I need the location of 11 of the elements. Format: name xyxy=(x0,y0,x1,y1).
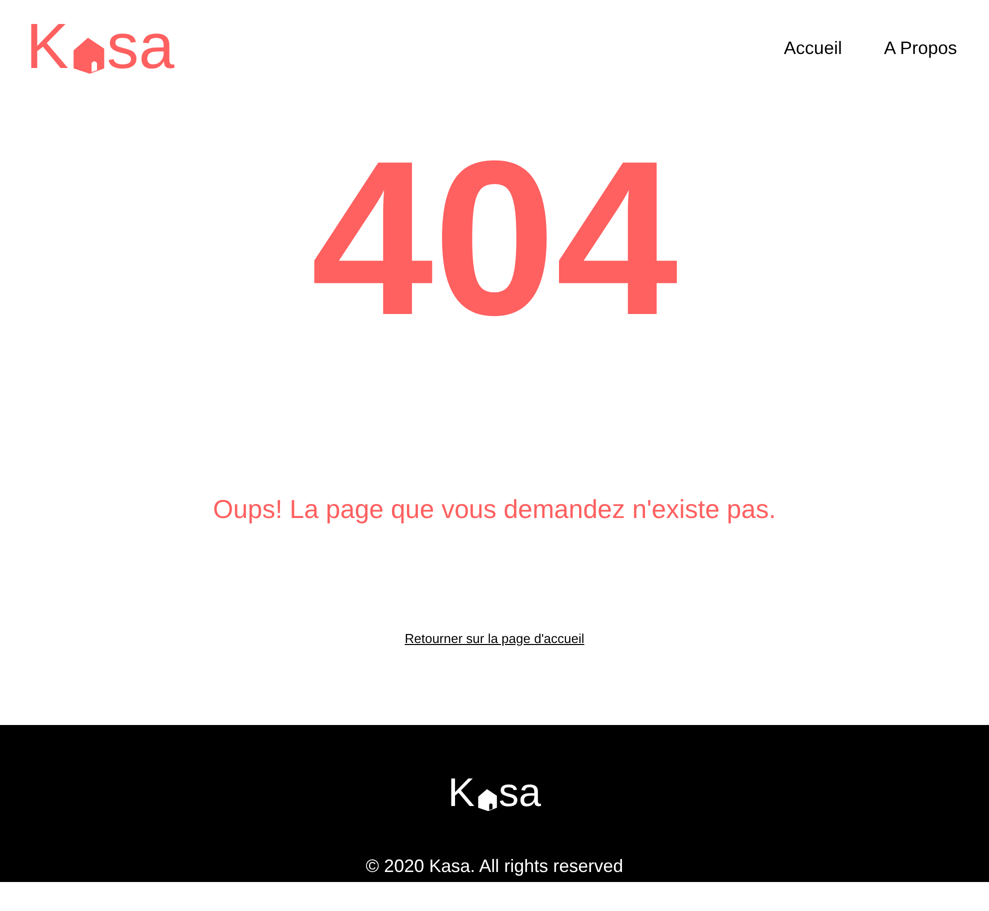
logo-text: K xyxy=(26,14,69,78)
error-code: 404 xyxy=(310,128,678,348)
nav-link[interactable]: Accueil xyxy=(784,35,842,62)
nav-link[interactable]: A Propos xyxy=(884,35,957,62)
logo-text: sa xyxy=(106,14,174,78)
home-link[interactable]: Retourner sur la page d'accueil xyxy=(404,629,584,648)
error-message: Oups! La page que vous demandez n'existe pas. xyxy=(213,493,776,526)
copyright-text: © 2020 Kasa. All rights reserved xyxy=(366,855,624,878)
logo-text: K xyxy=(448,773,475,813)
house-icon xyxy=(476,788,498,811)
logo-text: sa xyxy=(498,773,541,813)
